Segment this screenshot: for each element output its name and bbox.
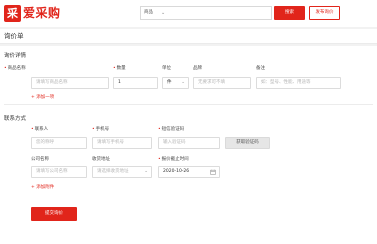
search-button[interactable]: 搜索 [274, 6, 305, 20]
unit-select[interactable]: 件 ⌄ [162, 77, 189, 89]
product-name-label: •商品名称 [4, 66, 26, 71]
phone-label: •手机号 [92, 127, 110, 132]
search-input[interactable] [169, 8, 269, 18]
chevron-down-icon: ⌄ [181, 80, 185, 85]
quantity-label: •数量 [113, 66, 126, 71]
contact-name-field[interactable]: 您的称呼 [31, 137, 87, 149]
chevron-down-icon: ⌄ [161, 10, 166, 16]
add-item-link[interactable]: + 添加一项 [31, 95, 54, 101]
page-title: 询价单 [4, 32, 24, 40]
submit-inquiry-button[interactable]: 提交询价 [31, 207, 77, 221]
brand-field[interactable]: 无要求可不填 [193, 77, 251, 89]
top-bar: 采 爱采购 商品 ⌄ 搜索 发布询价 [0, 0, 377, 27]
address-label: 收货地址 [92, 157, 110, 162]
unit-label: 单位 [162, 66, 171, 71]
get-code-button[interactable]: 获取验证码 [225, 137, 270, 149]
quantity-field[interactable]: 1 [113, 77, 158, 89]
inquiry-section-title: 询价详情 [4, 53, 27, 59]
contact-section-title: 联系方式 [4, 116, 27, 122]
inquiry-form: 询价详情 •商品名称 •数量 单位 品牌 备注 请填写商品名称 1 件 ⌄ 无要… [0, 46, 377, 244]
logo-mark: 采 [4, 5, 21, 22]
logo[interactable]: 采 爱采购 [4, 5, 62, 23]
deadline-label: •报价截止时间 [158, 157, 189, 162]
chevron-down-icon: ⌄ [144, 169, 148, 174]
contact-name-label: •联系人 [31, 127, 49, 132]
deadline-date-field[interactable]: 2020-10-26 [158, 166, 220, 178]
sms-code-label: •短信验证码 [158, 127, 185, 132]
publish-inquiry-button[interactable]: 发布询价 [309, 6, 340, 20]
company-field[interactable]: 请填写公司名称 [31, 166, 87, 178]
search-category-select[interactable]: 商品 [144, 7, 153, 19]
calendar-icon [210, 169, 216, 175]
address-select[interactable]: 请选择收货地址 ⌄ [92, 166, 152, 178]
remark-label: 备注 [256, 66, 265, 71]
remark-field[interactable]: 如：型号、性能、用途等 [256, 77, 341, 89]
company-label: 公司名称 [31, 157, 49, 162]
phone-field[interactable]: 请填写手机号 [92, 137, 152, 149]
search-box: 商品 ⌄ [140, 6, 272, 20]
brand-label: 品牌 [193, 66, 202, 71]
sms-code-field[interactable]: 输入验证码 [158, 137, 220, 149]
page-title-bar: 询价单 [0, 29, 377, 44]
logo-text: 爱采购 [23, 6, 61, 20]
section-divider [4, 104, 373, 105]
add-attachment-link[interactable]: + 添加附件 [31, 185, 54, 191]
product-name-field[interactable]: 请填写商品名称 [31, 77, 109, 89]
